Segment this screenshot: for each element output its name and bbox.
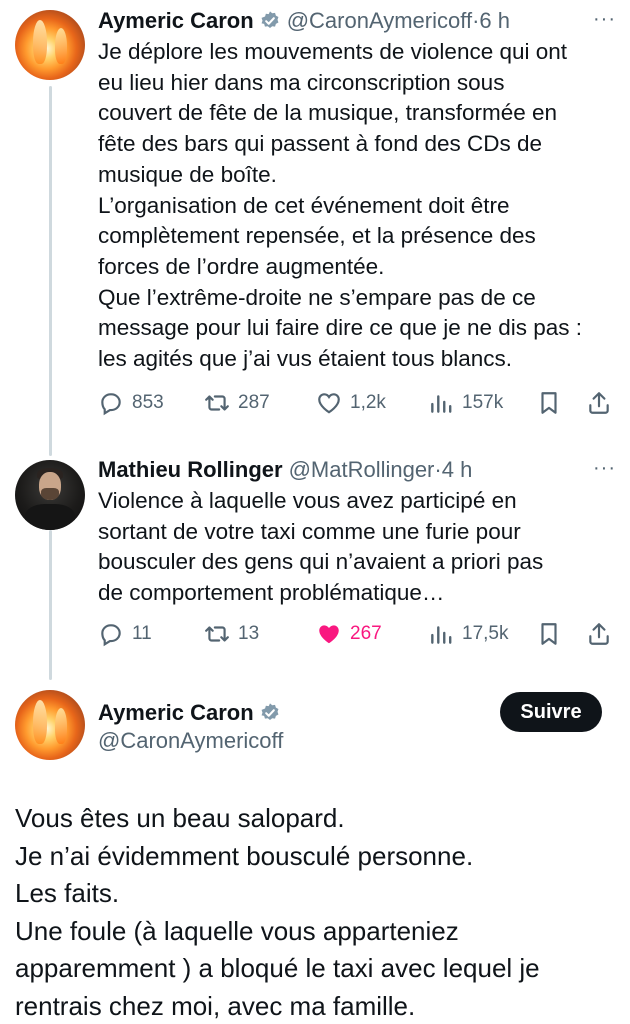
- reply-icon: [101, 393, 121, 416]
- like-icon: [319, 625, 339, 644]
- follow-button[interactable]: Suivre: [500, 692, 602, 732]
- timestamp[interactable]: 6 h: [479, 8, 510, 34]
- more-icon[interactable]: ···: [593, 8, 616, 31]
- share-icon: [589, 392, 609, 414]
- reply-button[interactable]: 853: [98, 390, 164, 416]
- author-name[interactable]: Aymeric Caron: [98, 700, 254, 726]
- views-count: 17,5k: [462, 623, 509, 644]
- tweet-header: Aymeric Caron @CaronAymericoff · 6 h: [98, 8, 510, 34]
- verified-badge-icon: [261, 11, 279, 29]
- more-icon[interactable]: ···: [593, 457, 616, 480]
- share-icon: [589, 623, 609, 645]
- like-button[interactable]: 1,2k: [316, 390, 386, 416]
- bookmark-button[interactable]: [536, 390, 562, 416]
- author-handle[interactable]: @MatRollinger: [289, 457, 435, 483]
- action-bar: 853 287 1,2k 157k: [98, 390, 616, 420]
- avatar[interactable]: [15, 690, 85, 760]
- views-button[interactable]: 157k: [428, 390, 503, 416]
- retweet-button[interactable]: 13: [204, 621, 259, 647]
- author-name[interactable]: Mathieu Rollinger: [98, 457, 283, 483]
- author-name[interactable]: Aymeric Caron: [98, 8, 254, 34]
- tweet-text: Je déplore les mouvements de violence qu…: [98, 39, 583, 372]
- like-button[interactable]: 267: [316, 621, 382, 647]
- author-handle[interactable]: @CaronAymericoff: [287, 8, 472, 34]
- reply-button[interactable]: 11: [98, 621, 152, 647]
- bookmark-icon: [541, 623, 557, 645]
- retweet-count: 13: [238, 623, 260, 644]
- avatar[interactable]: [15, 10, 85, 80]
- views-count: 157k: [462, 392, 504, 413]
- retweet-icon: [205, 626, 229, 642]
- tweet-text: Violence à laquelle vous avez participé …: [98, 488, 544, 606]
- tweet[interactable]: Mathieu Rollinger @MatRollinger · 4 h ··…: [0, 450, 630, 680]
- author-name-row: Aymeric Caron: [98, 700, 281, 726]
- reply-icon: [101, 624, 121, 647]
- share-button[interactable]: [586, 621, 612, 647]
- author-handle[interactable]: @CaronAymericoff: [98, 728, 283, 754]
- avatar[interactable]: [15, 460, 85, 530]
- separator-dot: ·: [472, 8, 480, 33]
- retweet-button[interactable]: 287: [204, 390, 270, 416]
- share-button[interactable]: [586, 390, 612, 416]
- action-bar: 11 13 267 17,5k: [98, 621, 616, 651]
- bookmark-button[interactable]: [536, 621, 562, 647]
- reply-count: 11: [132, 623, 152, 644]
- bookmark-icon: [541, 392, 557, 414]
- verified-badge-icon: [261, 703, 279, 721]
- like-icon: [318, 393, 340, 414]
- tweet-header: Mathieu Rollinger @MatRollinger · 4 h: [98, 457, 472, 483]
- views-icon: [431, 395, 452, 413]
- retweet-count: 287: [238, 392, 270, 413]
- timestamp[interactable]: 4 h: [442, 457, 473, 483]
- views-icon: [431, 626, 452, 644]
- tweet-text: Vous êtes un beau salopard. Je n’ai évid…: [15, 803, 540, 1021]
- like-count: 1,2k: [350, 392, 386, 413]
- views-button[interactable]: 17,5k: [428, 621, 508, 647]
- reply-count: 853: [132, 392, 164, 413]
- tweet[interactable]: Aymeric Caron @CaronAymericoff · 6 h ···…: [0, 0, 630, 450]
- separator-dot: ·: [434, 457, 442, 482]
- retweet-icon: [205, 395, 229, 411]
- like-count: 267: [350, 623, 382, 644]
- author-handle-row: @CaronAymericoff: [98, 728, 283, 754]
